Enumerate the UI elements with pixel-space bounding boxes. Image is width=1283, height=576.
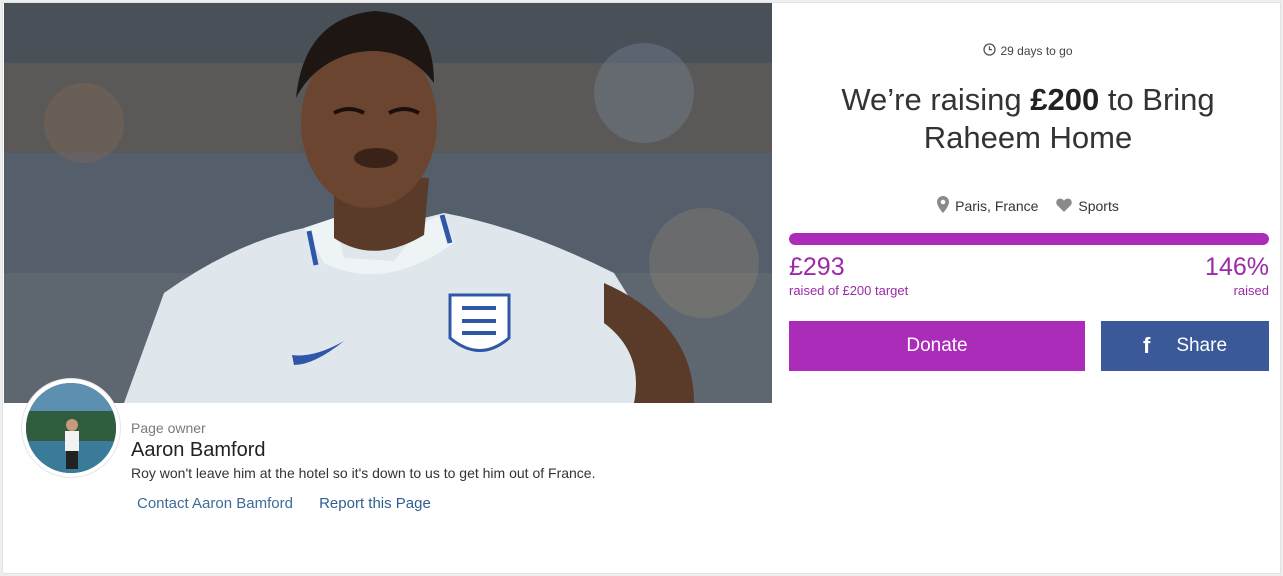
owner-kicker: Page owner [131,420,206,436]
days-remaining: 29 days to go [787,43,1269,59]
raised-amount: £293 [789,253,845,281]
location-label: Paris, France [955,198,1039,214]
campaign-summary: 29 days to go We’re raising £200 to Brin… [787,3,1269,403]
raised-percent-label: raised [1233,283,1269,298]
donate-button[interactable]: Donate [789,321,1085,371]
title-prefix: We’re raising [841,82,1031,117]
report-page-link[interactable]: Report this Page [319,495,431,512]
heart-icon [1056,198,1073,215]
owner-avatar [22,379,120,477]
donate-button-label: Donate [906,335,968,356]
share-button-label: Share [1176,335,1228,356]
hero-photo-illustration [4,3,772,403]
progress-bar [789,233,1269,245]
raised-percent: 146% [1205,253,1269,281]
days-remaining-label: 29 days to go [1000,44,1073,58]
owner-name: Aaron Bamford [131,439,266,461]
fundraising-page: Page owner Aaron Bamford Roy won't leave… [2,2,1281,574]
contact-owner-link[interactable]: Contact Aaron Bamford [137,495,293,512]
owner-links: Contact Aaron Bamford Report this Page [137,495,431,512]
category-label: Sports [1078,198,1119,214]
progress-bar-fill [789,233,1269,245]
clock-icon [983,43,997,59]
raised-target-label: raised of £200 target [789,283,909,298]
campaign-meta: Paris, France Sports [787,196,1269,216]
share-button[interactable]: f Share [1101,321,1269,371]
map-pin-icon [937,196,950,216]
campaign-hero-image [4,3,772,403]
campaign-title: We’re raising £200 to Bring Raheem Home [797,81,1259,157]
facebook-icon: f [1142,333,1151,358]
owner-description: Roy won't leave him at the hotel so it's… [131,465,596,481]
owner-avatar-photo [26,383,116,473]
title-target-amount: £200 [1030,82,1100,117]
